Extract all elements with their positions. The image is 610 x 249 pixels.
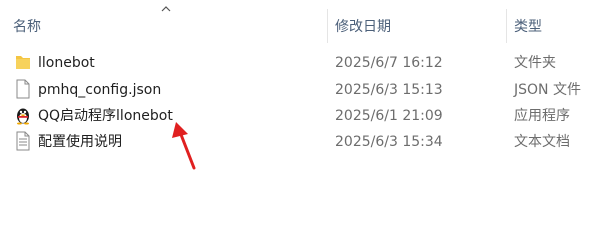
file-row[interactable]: pmhq_config.json 2025/6/3 15:13 JSON 文件 (0, 78, 610, 102)
column-type-header[interactable]: 类型 (514, 17, 542, 37)
column-divider[interactable] (327, 9, 328, 43)
annotation-arrow-icon (172, 122, 196, 170)
file-name: 配置使用说明 (38, 134, 122, 150)
file-date: 2025/6/7 16:12 (335, 55, 443, 71)
penguin-app-icon (17, 108, 29, 125)
sort-ascending-icon[interactable] (160, 5, 172, 13)
file-name: pmhq_config.json (38, 82, 162, 98)
file-type: 文件夹 (514, 55, 556, 71)
file-type: 应用程序 (514, 108, 570, 124)
file-date: 2025/6/3 15:34 (335, 134, 443, 150)
file-icon (16, 79, 30, 99)
file-row[interactable]: llonebot 2025/6/7 16:12 文件夹 (0, 51, 610, 75)
column-date-header[interactable]: 修改日期 (335, 17, 391, 37)
file-name: QQ启动程序llonebot (38, 108, 173, 124)
file-date: 2025/6/3 15:13 (335, 82, 443, 98)
folder-icon (16, 56, 30, 69)
file-type: 文本文档 (514, 134, 570, 150)
column-name-header[interactable]: 名称 (13, 17, 41, 37)
text-document-icon (16, 131, 30, 151)
file-row[interactable]: 配置使用说明 2025/6/3 15:34 文本文档 (0, 130, 610, 154)
column-divider[interactable] (506, 9, 507, 43)
column-header: 名称 修改日期 类型 (0, 0, 610, 48)
file-row[interactable]: QQ启动程序llonebot 2025/6/1 21:09 应用程序 (0, 104, 610, 128)
file-type: JSON 文件 (514, 82, 581, 98)
file-date: 2025/6/1 21:09 (335, 108, 443, 124)
file-name: llonebot (38, 55, 95, 71)
